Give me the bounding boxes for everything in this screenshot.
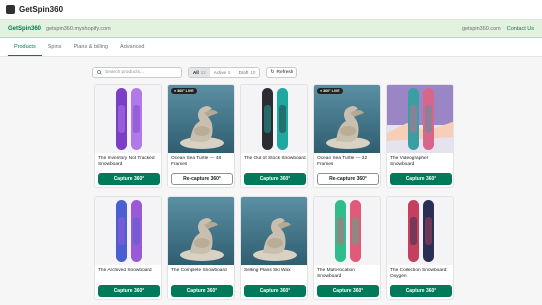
app-header: GetSpin360 — [0, 0, 542, 20]
product-thumbnail — [168, 197, 234, 265]
shop-links: getspin360.com Contact Us — [462, 26, 534, 32]
capture-360-button[interactable]: Capture 360° — [390, 285, 452, 297]
tab-advanced[interactable]: Advanced — [114, 38, 150, 56]
product-title: The Videographer Snowboard — [390, 156, 429, 167]
product-title: The Out of Stock Snowboard — [244, 156, 306, 161]
product-title: The Multi-location Snowboard — [317, 268, 355, 279]
product-card: The Multi-location Snowboard Capture 360° — [313, 196, 381, 300]
product-thumbnail — [95, 197, 161, 265]
refresh-button[interactable]: ↻ Refresh — [266, 66, 298, 78]
filter-draft[interactable]: Draft 10 — [235, 68, 260, 77]
capture-360-button[interactable]: Capture 360° — [98, 173, 160, 185]
app-name: GetSpin360 — [19, 5, 64, 14]
main-tabs: Products Spins Plans & billing Advanced — [0, 38, 542, 57]
product-thumbnail — [387, 85, 453, 153]
live-360-badge: ● 360° LIVE — [171, 88, 197, 94]
shop-email: getspin360.com — [461, 25, 501, 32]
shop-title: GetSpin360 — [8, 25, 42, 32]
search-placeholder: Search products... — [105, 69, 144, 75]
filter-all[interactable]: All 12 — [189, 67, 210, 77]
search-icon — [97, 69, 102, 75]
product-thumbnail — [168, 85, 234, 153]
recapture-360-button[interactable]: Re-capture 360° — [171, 173, 233, 185]
search-input[interactable]: Search products... — [92, 66, 182, 78]
product-thumbnail — [95, 85, 161, 153]
product-thumbnail — [314, 197, 380, 265]
product-thumbnail — [241, 197, 307, 265]
product-card: Selling Plans Ski Wax Capture 360° — [240, 196, 308, 300]
capture-360-button[interactable]: Capture 360° — [98, 285, 160, 297]
product-thumbnail — [314, 85, 380, 153]
capture-360-button[interactable]: Capture 360° — [317, 285, 379, 297]
product-card: The Collection Snowboard: Oxygen Capture … — [386, 196, 454, 300]
refresh-icon: ↻ — [270, 69, 275, 75]
product-title: The Archived Snowboard — [98, 268, 152, 273]
product-title: Selling Plans Ski Wax — [244, 268, 291, 273]
shop-domain: getspin360.myshopify.com — [46, 25, 111, 32]
product-title: Ocean Sea Turtle — 48 Frames — [171, 156, 222, 167]
capture-360-button[interactable]: Capture 360° — [390, 173, 452, 185]
tab-spins[interactable]: Spins — [42, 38, 68, 56]
tab-products[interactable]: Products — [8, 38, 42, 56]
product-title: Ocean Sea Turtle — 32 Frames — [317, 156, 368, 167]
product-card: The Videographer Snowboard Capture 360° — [386, 84, 454, 188]
capture-360-button[interactable]: Capture 360° — [171, 285, 233, 297]
refresh-label: Refresh — [276, 69, 294, 75]
product-title: The Complete Snowboard — [171, 268, 227, 273]
recapture-360-button[interactable]: Re-capture 360° — [317, 173, 379, 185]
contact-us-link[interactable]: Contact Us — [507, 26, 534, 32]
product-card: The Inventory Not Tracked Snowboard Captu… — [94, 84, 162, 188]
products-toolbar: Search products... All 12 Active 5 Draft 10… — [92, 66, 452, 78]
product-card: The Archived Snowboard Capture 360° — [94, 196, 162, 300]
capture-360-button[interactable]: Capture 360° — [244, 285, 306, 297]
product-card: The Out of Stock Snowboard Capture 360° — [240, 84, 308, 188]
product-card: The Complete Snowboard Capture 360° — [167, 196, 235, 300]
product-card: ● 360° LIVE Ocean Sea Turtle — 32 Frames R… — [313, 84, 381, 188]
product-card: ● 360° LIVE Ocean Sea Turtle — 48 Frames R… — [167, 84, 235, 188]
status-filter: All 12 Active 5 Draft 10 — [188, 66, 261, 78]
app-logo-icon — [6, 5, 15, 14]
product-thumbnail — [387, 197, 453, 265]
product-title: The Collection Snowboard: Oxygen — [390, 268, 448, 279]
live-360-badge: ● 360° LIVE — [317, 88, 343, 94]
capture-360-button[interactable]: Capture 360° — [244, 173, 306, 185]
filter-active[interactable]: Active 5 — [210, 68, 235, 77]
shop-bar: GetSpin360 getspin360.myshopify.com gets… — [0, 20, 542, 38]
product-title: The Inventory Not Tracked Snowboard — [98, 156, 155, 167]
product-thumbnail — [241, 85, 307, 153]
tab-plans-billing[interactable]: Plans & billing — [67, 38, 114, 56]
